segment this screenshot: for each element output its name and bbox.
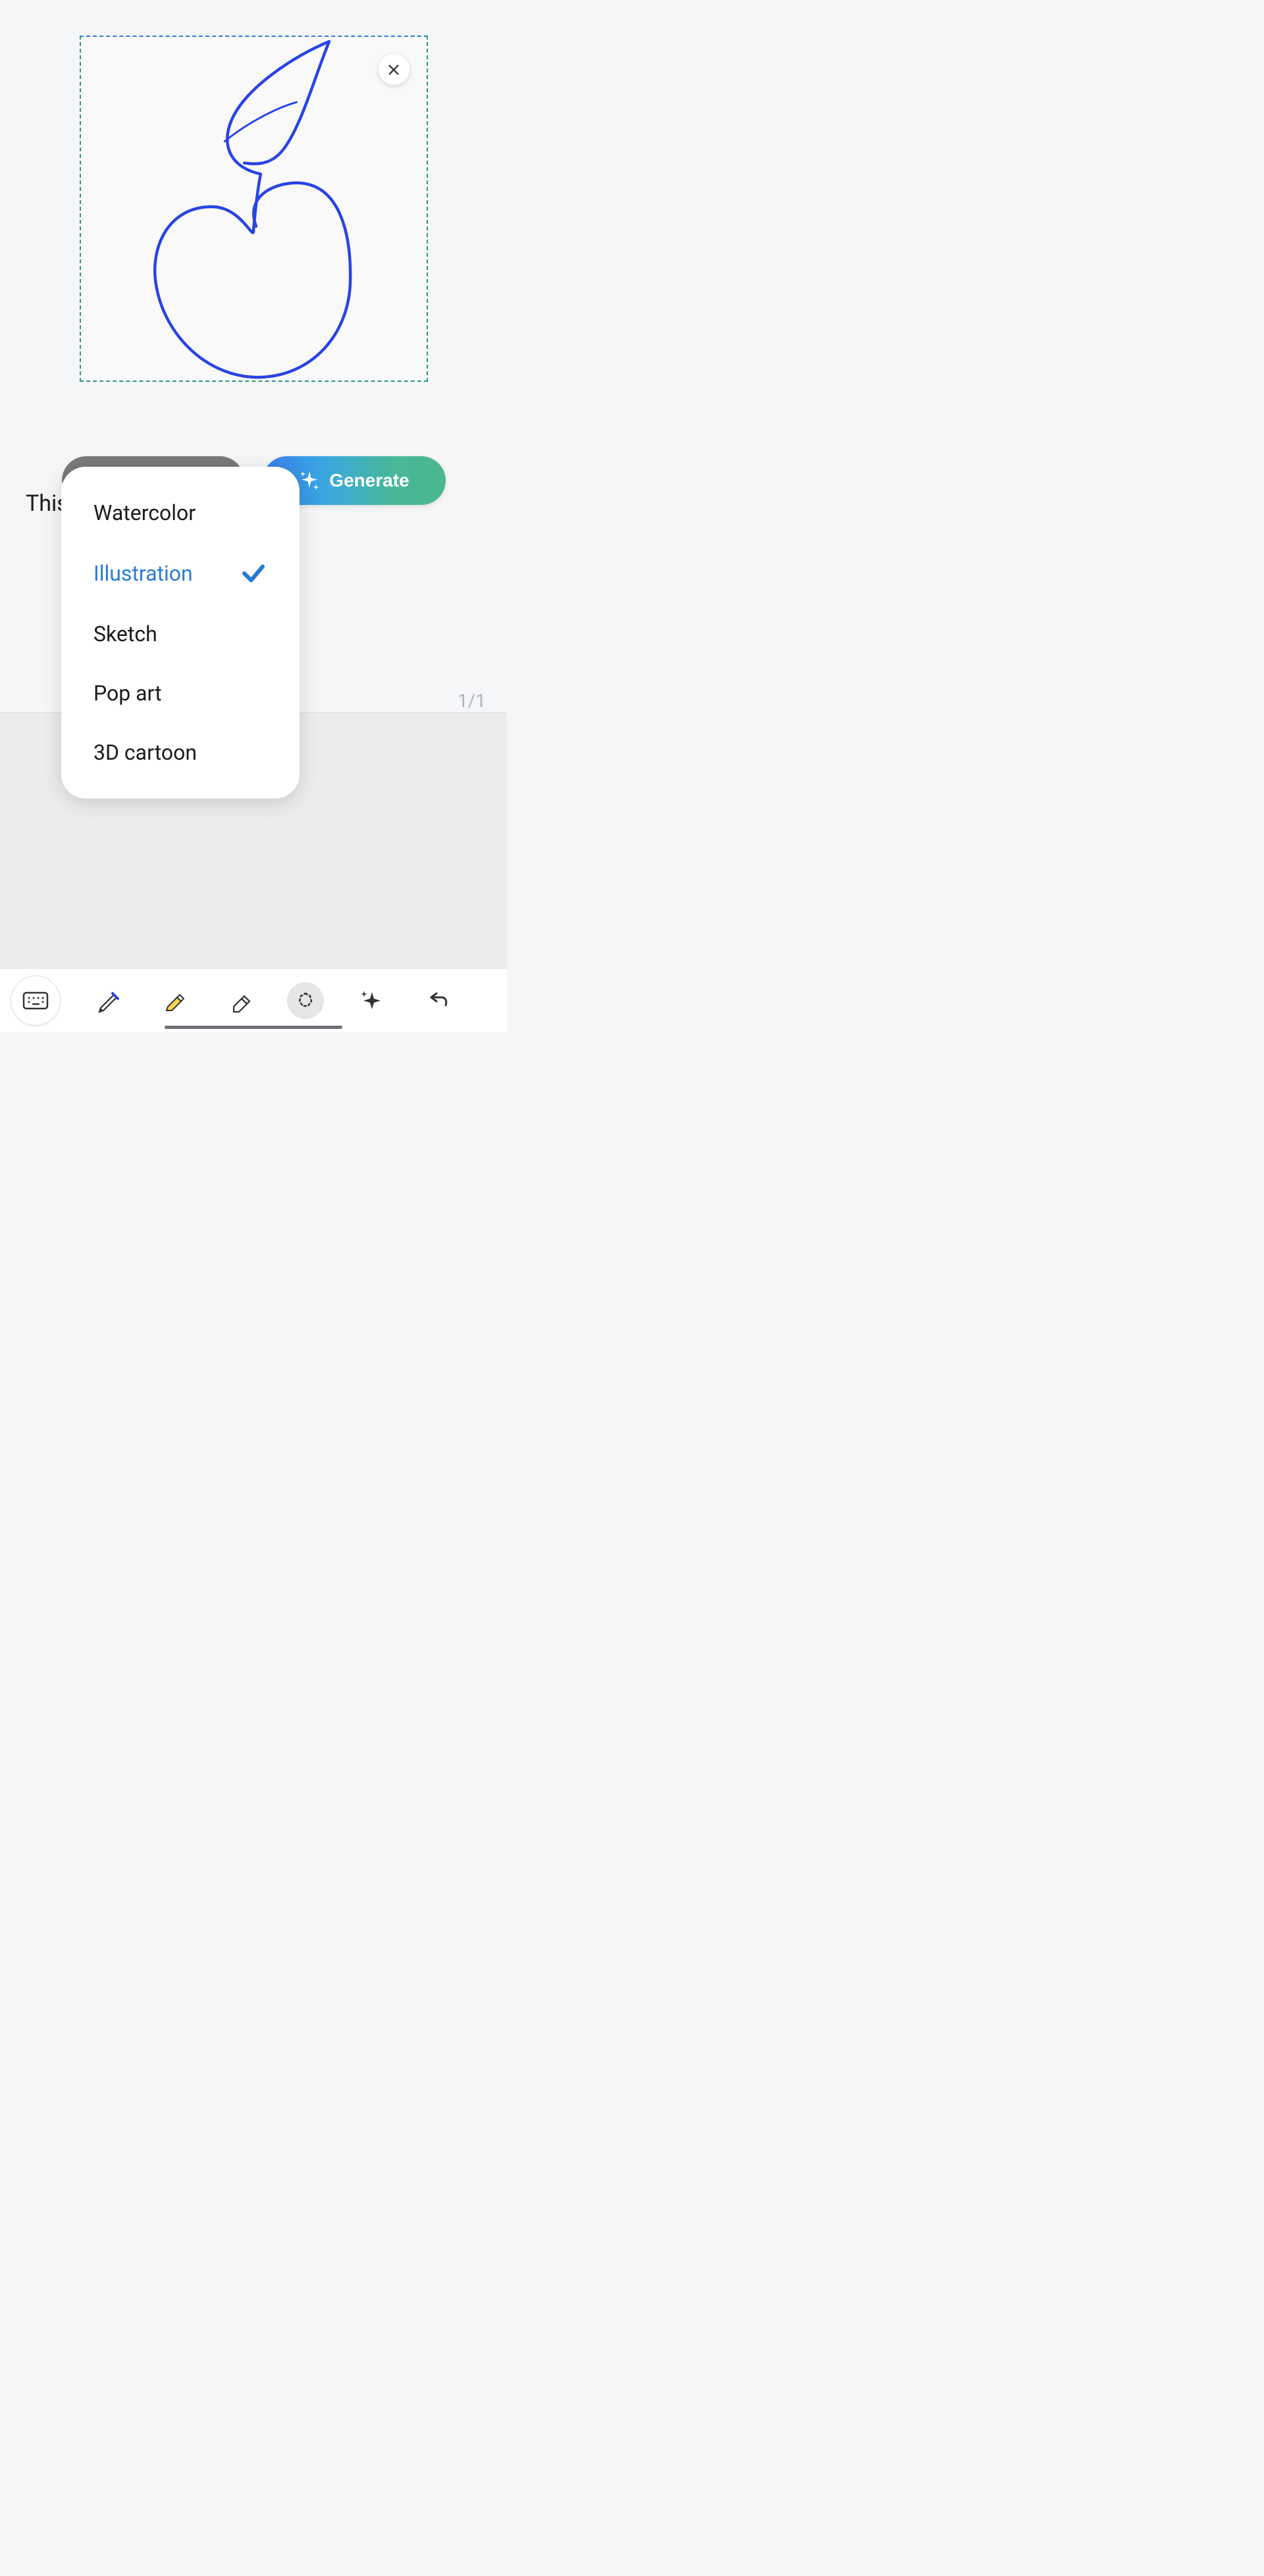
- sparkle-icon: [299, 470, 320, 491]
- undo-button[interactable]: [419, 982, 456, 1019]
- keyboard-button[interactable]: [11, 976, 61, 1026]
- style-option-sketch[interactable]: Sketch: [61, 604, 300, 664]
- option-label: 3D cartoon: [93, 740, 197, 765]
- close-icon: [386, 63, 401, 77]
- canvas-area[interactable]: [0, 0, 507, 382]
- undo-icon: [425, 988, 450, 1013]
- highlighter-icon: [161, 988, 186, 1013]
- pen-button[interactable]: [90, 982, 126, 1019]
- style-option-popart[interactable]: Pop art: [61, 664, 300, 723]
- check-icon: [240, 560, 267, 587]
- sparkle-icon: [359, 988, 384, 1013]
- generate-label: Generate: [329, 470, 409, 491]
- home-indicator: [165, 1026, 342, 1029]
- keyboard-icon: [22, 991, 49, 1011]
- lasso-button[interactable]: [287, 982, 324, 1019]
- option-label: Illustration: [93, 561, 193, 586]
- style-option-illustration[interactable]: Illustration: [61, 542, 300, 604]
- style-option-watercolor[interactable]: Watercolor: [61, 483, 300, 542]
- apple-sketch-drawing: [81, 37, 427, 381]
- option-label: Pop art: [93, 681, 162, 706]
- selection-box[interactable]: [80, 36, 428, 382]
- ai-sparkle-button[interactable]: [353, 982, 390, 1019]
- eraser-icon: [227, 988, 252, 1013]
- style-option-3dcartoon[interactable]: 3D cartoon: [61, 723, 300, 782]
- highlighter-button[interactable]: [155, 982, 192, 1019]
- close-button[interactable]: [379, 54, 409, 85]
- style-dropdown[interactable]: Watercolor Illustration Sketch Pop art 3…: [61, 467, 300, 799]
- option-label: Watercolor: [93, 500, 196, 525]
- eraser-button[interactable]: [221, 982, 258, 1019]
- page-counter: 1/1: [458, 690, 486, 712]
- option-label: Sketch: [93, 621, 157, 646]
- pen-icon: [95, 988, 120, 1013]
- drawing-toolbar: [0, 969, 507, 1032]
- lasso-icon: [293, 988, 318, 1013]
